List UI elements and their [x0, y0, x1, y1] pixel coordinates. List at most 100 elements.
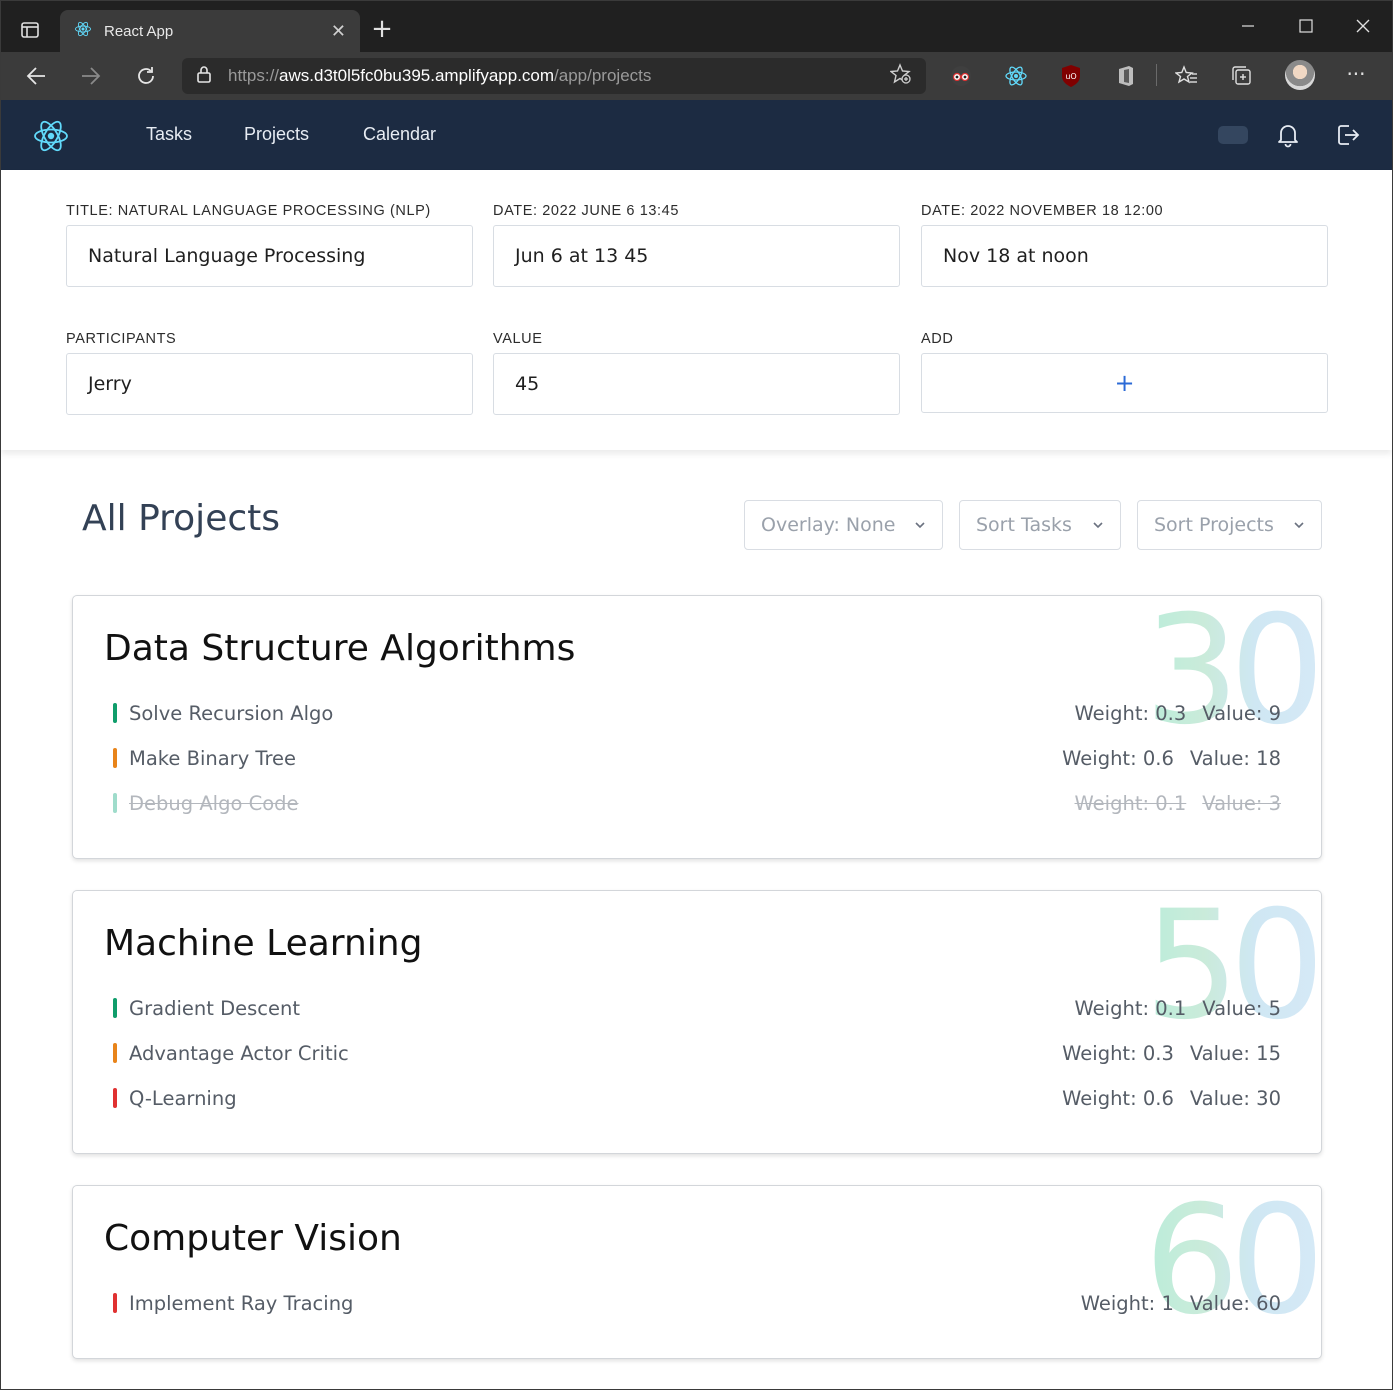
participants-label: PARTICIPANTS: [66, 331, 177, 347]
theme-toggle[interactable]: [1218, 126, 1248, 144]
task-row-completed[interactable]: Debug Algo Code Weight: 0.1 Value: 3: [113, 788, 1281, 818]
sort-tasks-dropdown[interactable]: Sort Tasks: [959, 500, 1121, 550]
task-weight: Weight: 0.6: [1062, 746, 1174, 770]
project-card[interactable]: 50 Machine Learning Gradient Descent Wei…: [72, 890, 1322, 1154]
task-weight: Weight: 0.1: [1074, 791, 1187, 815]
task-value: Value: 3: [1202, 791, 1281, 815]
task-name: Gradient Descent: [129, 996, 300, 1020]
browser-tab-active[interactable]: React App ✕: [60, 10, 360, 52]
participants-input[interactable]: Jerry: [66, 353, 473, 415]
end-date-input[interactable]: Nov 18 at noon: [921, 225, 1328, 287]
task-priority-bar: [113, 1293, 117, 1313]
close-window-icon[interactable]: [1335, 8, 1391, 44]
toolbar-separator: [1156, 64, 1157, 86]
task-priority-bar: [113, 703, 117, 723]
add-button[interactable]: +: [921, 353, 1328, 413]
tab-title: React App: [104, 22, 174, 40]
task-priority-bar: [113, 748, 117, 768]
task-row[interactable]: Q-Learning Weight: 0.6 Value: 30: [113, 1083, 1281, 1113]
task-priority-bar: [113, 793, 117, 813]
page-title: All Projects: [82, 498, 280, 539]
value-input[interactable]: 45: [493, 353, 900, 415]
chevron-down-icon: [1092, 519, 1104, 532]
refresh-icon[interactable]: [129, 60, 163, 92]
task-value: Value: 5: [1202, 996, 1281, 1020]
browser-tab-strip: React App ✕ +: [0, 0, 1393, 52]
task-value: Value: 60: [1189, 1291, 1281, 1315]
task-priority-bar: [113, 998, 117, 1018]
collections-icon[interactable]: [1228, 62, 1256, 90]
task-priority-bar: [113, 1043, 117, 1063]
new-project-form: TITLE: NATURAL LANGUAGE PROCESSING (NLP)…: [1, 170, 1392, 450]
task-name: Implement Ray Tracing: [129, 1291, 354, 1315]
task-row[interactable]: Advantage Actor Critic Weight: 0.3 Value…: [113, 1038, 1281, 1068]
value-label: VALUE: [493, 331, 543, 347]
add-favorite-icon[interactable]: [889, 63, 912, 89]
ublock-icon[interactable]: uO: [1057, 62, 1085, 90]
task-row[interactable]: Solve Recursion Algo Weight: 0.3 Value: …: [113, 698, 1281, 728]
nav-projects[interactable]: Projects: [244, 124, 309, 145]
task-value: Value: 15: [1189, 1041, 1281, 1065]
task-weight: Weight: 0.6: [1062, 1086, 1174, 1110]
task-priority-bar: [113, 1088, 117, 1108]
react-favicon-icon: [74, 20, 92, 42]
sort-projects-dropdown[interactable]: Sort Projects: [1137, 500, 1322, 550]
chevron-down-icon: [914, 519, 926, 532]
url-text[interactable]: https://aws.d3t0l5fc0bu395.amplifyapp.co…: [228, 66, 890, 86]
maximize-icon[interactable]: [1278, 8, 1334, 44]
project-name: Computer Vision: [104, 1218, 402, 1259]
title-field-label: TITLE: NATURAL LANGUAGE PROCESSING (NLP): [66, 203, 431, 219]
bell-icon[interactable]: [1273, 120, 1303, 150]
new-tab-button[interactable]: +: [366, 14, 398, 46]
nav-calendar[interactable]: Calendar: [363, 124, 436, 145]
tab-close-icon[interactable]: ✕: [331, 21, 346, 42]
task-name: Q-Learning: [129, 1086, 237, 1110]
task-value: Value: 18: [1189, 746, 1281, 770]
task-row[interactable]: Implement Ray Tracing Weight: 1 Value: 6…: [113, 1288, 1281, 1318]
task-row[interactable]: Make Binary Tree Weight: 0.6 Value: 18: [113, 743, 1281, 773]
end-date-label: DATE: 2022 NOVEMBER 18 12:00: [921, 203, 1164, 219]
project-card[interactable]: 30 Data Structure Algorithms Solve Recur…: [72, 595, 1322, 859]
overlay-dropdown[interactable]: Overlay: None: [744, 500, 943, 550]
task-value: Value: 30: [1189, 1086, 1281, 1110]
more-menu-icon[interactable]: ···: [1340, 60, 1372, 90]
start-date-label: DATE: 2022 JUNE 6 13:45: [493, 203, 680, 219]
url-prefix: https://: [228, 66, 280, 85]
url-path: /app/projects: [554, 66, 652, 85]
react-devtools-icon[interactable]: [1002, 62, 1030, 90]
office-icon[interactable]: [1112, 62, 1140, 90]
react-logo-icon[interactable]: [31, 116, 71, 156]
url-host: aws.d3t0l5fc0bu395.amplifyapp.com: [279, 66, 555, 85]
project-card[interactable]: 60 Computer Vision Implement Ray Tracing…: [72, 1185, 1322, 1359]
overlay-dropdown-label: Overlay: None: [761, 514, 896, 536]
favorites-icon[interactable]: [1173, 62, 1201, 90]
logout-icon[interactable]: [1333, 120, 1363, 150]
task-weight: Weight: 0.3: [1074, 701, 1187, 725]
title-input[interactable]: Natural Language Processing: [66, 225, 473, 287]
address-bar[interactable]: https://aws.d3t0l5fc0bu395.amplifyapp.co…: [182, 58, 926, 94]
add-label: ADD: [921, 331, 954, 347]
task-name: Solve Recursion Algo: [129, 701, 334, 725]
svg-text:uO: uO: [1065, 72, 1076, 81]
task-name: Advantage Actor Critic: [129, 1041, 349, 1065]
task-row[interactable]: Gradient Descent Weight: 0.1 Value: 5: [113, 993, 1281, 1023]
task-value: Value: 9: [1202, 701, 1281, 725]
extension-glasses-icon[interactable]: [947, 62, 975, 90]
project-name: Data Structure Algorithms: [104, 628, 576, 669]
sort-projects-label: Sort Projects: [1154, 514, 1274, 536]
task-weight: Weight: 1: [1080, 1291, 1174, 1315]
profile-avatar[interactable]: [1285, 60, 1315, 90]
start-date-input[interactable]: Jun 6 at 13 45: [493, 225, 900, 287]
task-name: Debug Algo Code: [129, 791, 299, 815]
nav-tasks[interactable]: Tasks: [146, 124, 192, 145]
forward-icon[interactable]: [74, 60, 108, 92]
browser-toolbar: https://aws.d3t0l5fc0bu395.amplifyapp.co…: [0, 52, 1393, 100]
project-name: Machine Learning: [104, 923, 423, 964]
back-icon[interactable]: [19, 60, 53, 92]
lock-icon[interactable]: [196, 65, 212, 87]
app-navbar: Tasks Projects Calendar: [1, 100, 1392, 170]
task-weight: Weight: 0.3: [1062, 1041, 1174, 1065]
tab-actions-icon[interactable]: [10, 12, 50, 48]
minimize-icon[interactable]: [1220, 8, 1276, 44]
sort-tasks-label: Sort Tasks: [976, 514, 1072, 536]
